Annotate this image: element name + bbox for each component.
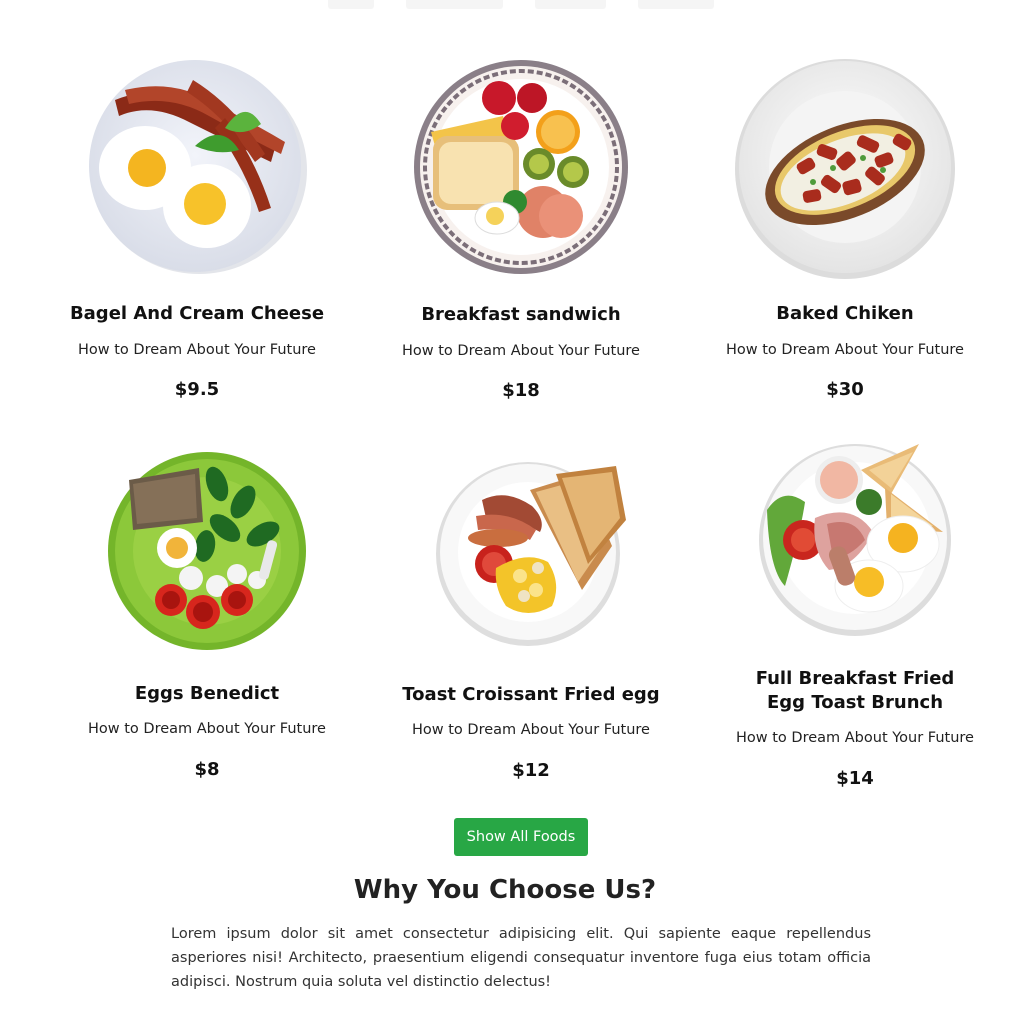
- food-description: How to Dream About Your Future: [88, 721, 326, 737]
- food-price: $30: [826, 379, 864, 400]
- food-image-green-plate: [107, 450, 307, 652]
- why-choose-us-text: Lorem ipsum dolor sit amet consectetur a…: [171, 926, 871, 990]
- food-title: Full Breakfast Fried Egg Toast Brunch: [755, 668, 955, 713]
- food-price: $9.5: [174, 379, 220, 400]
- food-description: How to Dream About Your Future: [402, 343, 640, 359]
- food-card[interactable]: Eggs Benedict How to Dream About Your Fu…: [47, 450, 367, 790]
- food-description: How to Dream About Your Future: [736, 730, 974, 746]
- food-title: Bagel And Cream Cheese: [69, 303, 325, 324]
- why-choose-us-heading: Why You Choose Us?: [353, 875, 657, 905]
- food-card[interactable]: Toast Croissant Fried egg How to Dream A…: [371, 450, 691, 790]
- food-title: Toast Croissant Fried egg: [402, 684, 660, 705]
- food-price: $18: [502, 380, 540, 401]
- top-tab-bar: [0, 0, 1010, 10]
- food-card[interactable]: Baked Chiken How to Dream About Your Fut…: [685, 58, 1005, 408]
- food-price: $8: [194, 759, 220, 780]
- food-image-eggs-bacon: [85, 58, 309, 274]
- tab-3[interactable]: [535, 0, 606, 9]
- food-title: Breakfast sandwich: [421, 304, 621, 325]
- food-title: Eggs Benedict: [134, 683, 280, 704]
- food-description: How to Dream About Your Future: [412, 722, 650, 738]
- food-card[interactable]: Full Breakfast Fried Egg Toast Brunch Ho…: [695, 440, 1010, 800]
- food-description: How to Dream About Your Future: [78, 342, 316, 358]
- food-image-full-breakfast: [757, 440, 953, 638]
- food-price: $12: [512, 760, 550, 781]
- food-price: $14: [836, 768, 874, 789]
- food-card[interactable]: Bagel And Cream Cheese How to Dream Abou…: [37, 58, 357, 408]
- food-card[interactable]: Breakfast sandwich How to Dream About Yo…: [361, 58, 681, 408]
- food-title: Baked Chiken: [776, 303, 914, 324]
- food-description: How to Dream About Your Future: [726, 342, 964, 358]
- food-image-toast-sausage: [436, 460, 626, 646]
- tab-2[interactable]: [406, 0, 503, 9]
- tab-1[interactable]: [328, 0, 374, 9]
- tab-4[interactable]: [638, 0, 714, 9]
- food-image-toast-fruit: [411, 58, 631, 276]
- food-image-baked-potato: [733, 58, 957, 280]
- show-all-foods-button[interactable]: Show All Foods: [454, 818, 588, 856]
